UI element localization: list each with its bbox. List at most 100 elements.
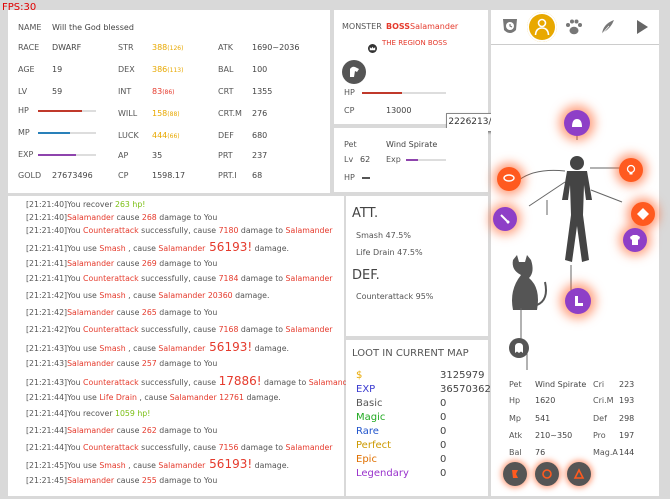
luck-value: 444(66) bbox=[152, 131, 180, 140]
pet-stats-def-label: Def bbox=[593, 414, 607, 423]
loot-value: 0 bbox=[440, 454, 447, 465]
pet-skill-2[interactable] bbox=[535, 462, 559, 486]
pet-stats-atk-label: Atk bbox=[509, 431, 523, 440]
pet-exp-label: Exp bbox=[386, 155, 401, 164]
race-value: DWARF bbox=[52, 43, 82, 52]
crt-label: CRT bbox=[218, 87, 234, 96]
pet-panel: Pet Wind Spirate Lv 62 Exp HP bbox=[334, 128, 488, 192]
tab-pets[interactable] bbox=[561, 14, 587, 40]
tab-divider bbox=[491, 44, 659, 45]
log-entry: [21:21:40]Salamander cause 268 damage to… bbox=[26, 213, 218, 222]
character-silhouette bbox=[562, 156, 592, 262]
armor-slot[interactable] bbox=[623, 228, 647, 252]
att-def-panel: ATT. Smash 47.5% Life Drain 47.5% DEF. C… bbox=[346, 196, 488, 336]
pet-stats-pro-label: Pro bbox=[593, 431, 606, 440]
race-label: RACE bbox=[18, 43, 40, 52]
prt-value: 237 bbox=[252, 151, 268, 160]
mp-bar bbox=[38, 132, 96, 134]
log-entry: [21:21:44]You recover 1059 hp! bbox=[26, 409, 151, 418]
pet-stats-crim-label: Cri.M bbox=[593, 396, 614, 405]
log-entry: [21:21:44]You Counterattack successfully… bbox=[26, 443, 333, 452]
def-value: 680 bbox=[252, 131, 268, 140]
tab-play[interactable] bbox=[629, 14, 655, 40]
loot-label: Perfect bbox=[356, 440, 392, 451]
crt-value: 1355 bbox=[252, 87, 273, 96]
cp-label: CP bbox=[118, 171, 129, 180]
loot-value: 0 bbox=[440, 468, 447, 479]
pet-stats-pro: 197 bbox=[619, 431, 635, 440]
def-title: DEF. bbox=[352, 268, 380, 283]
will-label: WILL bbox=[118, 109, 138, 118]
log-entry: [21:21:41]Salamander cause 269 damage to… bbox=[26, 259, 218, 268]
pet-lv-label: Lv bbox=[344, 155, 354, 164]
mp-bar-fill bbox=[38, 132, 70, 134]
pet-stats-hp-label: Hp bbox=[509, 396, 521, 405]
right-pane: Pet Wind Spirate Hp 1620 Mp 541 Atk 210~… bbox=[491, 10, 659, 496]
helmet-slot[interactable] bbox=[564, 110, 590, 136]
loot-panel: LOOT IN CURRENT MAP $3125979 EXP 36570362 B… bbox=[346, 340, 491, 496]
loot-value: 0 bbox=[440, 398, 447, 409]
pet-silhouette bbox=[512, 255, 547, 310]
monster-subtitle: THE REGION BOSS bbox=[382, 39, 448, 47]
pet-hp-label: HP bbox=[344, 173, 355, 182]
prti-label: PRT.I bbox=[218, 171, 237, 180]
feather-icon bbox=[600, 20, 614, 36]
loot-label: $ bbox=[356, 370, 363, 381]
pet-skill-3-icon bbox=[573, 468, 585, 479]
pet-stats-maga: 144 bbox=[619, 448, 635, 457]
pet-stats-name: Wind Spirate bbox=[535, 380, 587, 389]
life-drain-rate: Life Drain 47.5% bbox=[356, 248, 423, 257]
weapon-slot[interactable] bbox=[493, 207, 517, 231]
pet-skill-2-icon bbox=[542, 469, 552, 479]
shield-clock-icon bbox=[503, 19, 517, 33]
log-entry: [21:21:41]You use Smash , cause Salamand… bbox=[26, 240, 289, 254]
boots-slot[interactable] bbox=[565, 288, 591, 314]
name-label: NAME bbox=[18, 23, 42, 32]
counterattack-rate: Counterattack 95% bbox=[356, 292, 434, 301]
pet-stats-cri: 223 bbox=[619, 380, 635, 389]
pet-skill-1[interactable] bbox=[503, 462, 527, 486]
atk-label: ATK bbox=[218, 43, 233, 52]
att-title: ATT. bbox=[352, 206, 379, 221]
monster-hp-bar bbox=[362, 92, 446, 94]
pet-stats-atk: 210~350 bbox=[535, 431, 573, 440]
offhand-slot[interactable] bbox=[631, 202, 655, 226]
combat-log-panel[interactable]: [21:21:40]You recover 263 hp! [21:21:40]S… bbox=[8, 196, 356, 496]
pet-stats-crim: 193 bbox=[619, 396, 635, 405]
boss-tag: BOSS bbox=[386, 22, 411, 31]
crtm-label: CRT.M bbox=[218, 109, 242, 118]
necklace-icon bbox=[503, 174, 515, 182]
mp-label: MP bbox=[18, 128, 30, 137]
log-entry: [21:21:43]You use Smash , cause Salamand… bbox=[26, 340, 289, 354]
crown-icon bbox=[368, 38, 377, 53]
will-value: 158(88) bbox=[152, 109, 180, 118]
log-entry: [21:21:45]Salamander cause 255 damage to… bbox=[26, 476, 218, 485]
boot-icon bbox=[575, 296, 583, 306]
monster-panel: MONSTER BOSS Salamander THE REGION BOSS … bbox=[334, 10, 488, 124]
accessory-slot[interactable] bbox=[619, 158, 643, 182]
necklace-slot[interactable] bbox=[497, 167, 521, 191]
age-value: 19 bbox=[52, 65, 63, 74]
log-entry: [21:21:42]You Counterattack successfully… bbox=[26, 325, 333, 334]
tab-character[interactable] bbox=[527, 12, 557, 42]
ghost-icon bbox=[515, 343, 523, 353]
pet-stats-def: 298 bbox=[619, 414, 635, 423]
loot-value: 0 bbox=[440, 426, 447, 437]
monster-portrait-icon[interactable] bbox=[342, 60, 366, 84]
pet-skill-1-icon bbox=[512, 470, 518, 478]
tab-skills[interactable] bbox=[497, 14, 523, 40]
exp-bar bbox=[38, 154, 96, 156]
prt-label: PRT bbox=[218, 151, 233, 160]
monster-hp-bar-fill bbox=[362, 92, 403, 94]
log-entry: [21:21:44]Salamander cause 262 damage to… bbox=[26, 426, 218, 435]
pet-stats-bal: 76 bbox=[535, 448, 546, 457]
tab-skill-tree[interactable] bbox=[595, 14, 621, 40]
pet-skill-3[interactable] bbox=[567, 462, 591, 486]
pet-stats-mp-label: Mp bbox=[509, 414, 521, 423]
log-entry: [21:21:42]Salamander cause 265 damage to… bbox=[26, 308, 218, 317]
lv-label: LV bbox=[18, 87, 28, 96]
pet-slot[interactable] bbox=[509, 338, 529, 358]
exp-label: EXP bbox=[18, 150, 34, 159]
int-label: INT bbox=[118, 87, 132, 96]
loot-value: 36570362 bbox=[440, 384, 491, 395]
